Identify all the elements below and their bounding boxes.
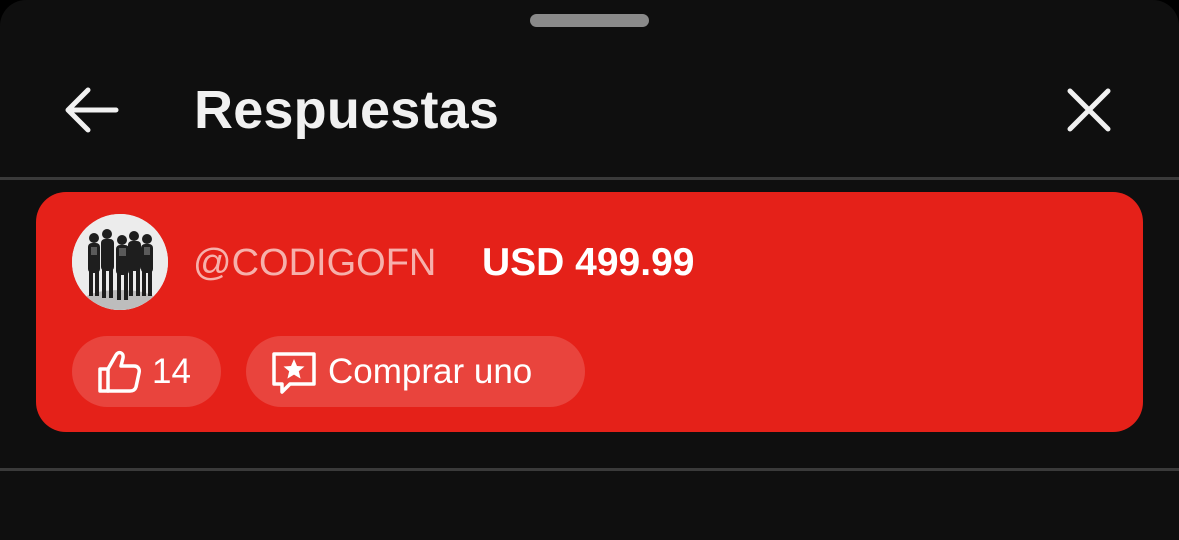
back-button[interactable] [52,78,128,142]
replies-sheet: Respuestas @CODIGOFN USD 499.99 14 Compr… [0,0,1179,540]
like-count: 14 [152,351,191,391]
star-chat-icon [272,351,316,394]
drag-handle[interactable] [530,14,649,27]
like-button[interactable]: 14 [72,336,221,407]
group-photo-avatar [72,214,168,310]
donation-amount: USD 499.99 [482,241,695,284]
list-divider [0,468,1179,471]
buy-label: Comprar uno [328,351,533,391]
close-button[interactable] [1054,78,1124,142]
sheet-header: Respuestas [0,60,1179,160]
header-divider [0,177,1179,180]
thumbs-up-icon [98,350,141,393]
super-chat-card: @CODIGOFN USD 499.99 14 Comprar uno [36,192,1143,432]
buy-super-chat-button[interactable]: Comprar uno [246,336,585,407]
author-handle[interactable]: @CODIGOFN [193,238,436,288]
avatar[interactable] [72,214,168,310]
page-title: Respuestas [194,80,500,140]
close-icon [1067,88,1111,132]
arrow-left-icon [65,87,119,133]
